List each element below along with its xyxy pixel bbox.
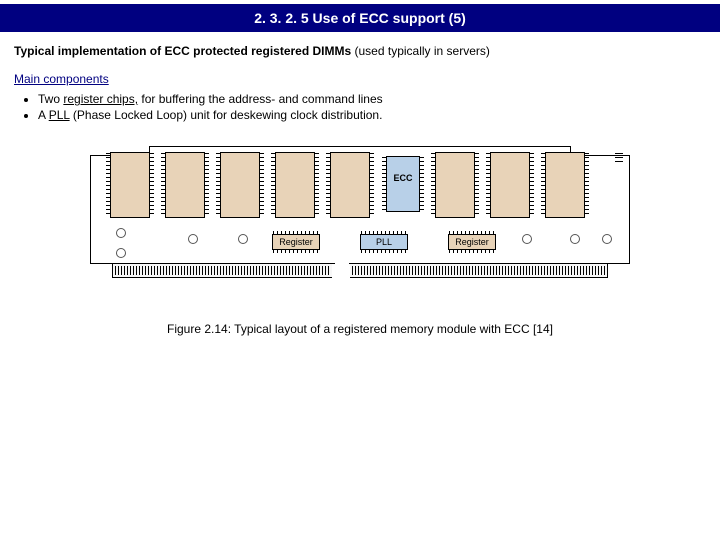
underlined-term: PLL: [49, 108, 70, 122]
underlined-term: register chips,: [63, 92, 138, 106]
dram-chip: [490, 152, 530, 218]
page-title: 2. 3. 2. 5 Use of ECC support (5): [0, 4, 720, 32]
dram-chip: [275, 152, 315, 218]
connector-key: [335, 263, 349, 279]
subtitle-bold: Typical implementation of ECC protected …: [14, 44, 351, 58]
mounting-hole: [522, 234, 532, 244]
dimm-diagram: ECC Register PLL Register: [90, 146, 630, 296]
mounting-hole: [570, 234, 580, 244]
edge-contacts: [112, 264, 332, 278]
register-chip: Register: [272, 234, 320, 250]
mounting-hole: [602, 234, 612, 244]
dram-chip: [545, 152, 585, 218]
list-item: Two register chips, for buffering the ad…: [38, 92, 706, 106]
edge-contacts: [350, 264, 608, 278]
pll-chip: PLL: [360, 234, 408, 250]
mounting-hole: [116, 228, 126, 238]
side-marks: [615, 153, 625, 165]
subtitle-rest: (used typically in servers): [351, 44, 490, 58]
dram-chip: [435, 152, 475, 218]
text: (Phase Locked Loop) unit for deskewing c…: [70, 108, 383, 122]
dram-chip: [165, 152, 205, 218]
section-heading: Main components: [14, 72, 706, 86]
dram-chip: [330, 152, 370, 218]
content-area: Typical implementation of ECC protected …: [0, 32, 720, 336]
text: Two: [38, 92, 63, 106]
dram-chip: [110, 152, 150, 218]
mounting-hole: [238, 234, 248, 244]
mounting-hole: [116, 248, 126, 258]
mounting-hole: [188, 234, 198, 244]
ecc-chip: ECC: [386, 156, 420, 212]
component-list: Two register chips, for buffering the ad…: [20, 92, 706, 122]
dram-chip: [220, 152, 260, 218]
register-chip: Register: [448, 234, 496, 250]
ecc-label: ECC: [387, 173, 419, 183]
text: for buffering the address- and command l…: [138, 92, 383, 106]
figure-caption: Figure 2.14: Typical layout of a registe…: [14, 322, 706, 336]
text: A: [38, 108, 49, 122]
list-item: A PLL (Phase Locked Loop) unit for deske…: [38, 108, 706, 122]
subtitle: Typical implementation of ECC protected …: [14, 44, 706, 58]
